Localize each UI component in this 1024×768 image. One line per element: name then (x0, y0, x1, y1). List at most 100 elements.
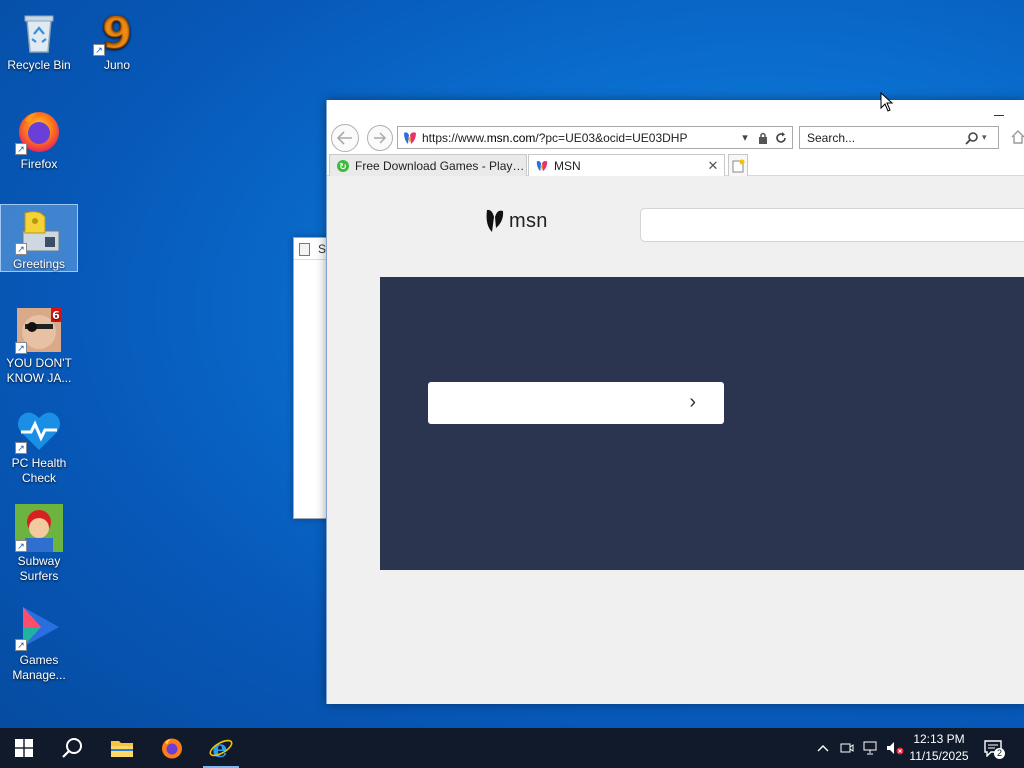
taskbar-file-explorer[interactable] (98, 728, 146, 768)
internet-explorer-window[interactable]: https://www.msn.com/?pc=UE03&ocid=UE03DH… (326, 100, 1024, 704)
desktop-icon-juno[interactable]: 9 ↗ Juno (78, 6, 156, 73)
search-box[interactable]: ▾ (799, 126, 999, 149)
notepad-icon (299, 243, 310, 256)
juno-icon: 9 ↗ (93, 8, 141, 60)
desktop-icon-label: Greetings (12, 257, 66, 271)
games-site-favicon-icon: ↻ (336, 159, 350, 173)
firefox-icon: ↗ (15, 107, 63, 155)
back-arrow-icon (337, 131, 352, 145)
msn-logo-text: msn (509, 209, 548, 232)
address-bar[interactable]: https://www.msn.com/?pc=UE03&ocid=UE03DH… (397, 126, 793, 149)
desktop-icon-games-manager[interactable]: ↗ Games Manage... (0, 601, 78, 683)
games-manager-icon: ↗ (15, 603, 63, 651)
network-icon (863, 741, 877, 755)
address-url-prefix: https://www. (422, 130, 487, 145)
desktop-icon-recycle-bin[interactable]: Recycle Bin (0, 6, 78, 73)
tray-volume[interactable] (885, 728, 905, 768)
hero-cta-button[interactable]: › (428, 382, 724, 424)
tab-msn[interactable]: MSN ✕ (528, 154, 725, 176)
msn-logo[interactable]: msn (484, 208, 548, 234)
taskbar: e 12:13 PM 11/15/2025 2 (0, 728, 1024, 768)
greetings-icon: ↗ (15, 207, 63, 255)
folder-icon (111, 741, 133, 757)
you-dont-know-badge: 6 (52, 309, 60, 322)
close-tab-icon[interactable]: ✕ (706, 158, 720, 173)
desktop-icon-subway-surfers[interactable]: ↗ Subway Surfers (0, 502, 78, 584)
volume-muted-icon (887, 742, 904, 755)
msn-favicon-icon (535, 159, 549, 173)
msn-search-input[interactable] (640, 208, 1024, 242)
taskbar-internet-explorer[interactable]: e (197, 728, 245, 768)
desktop-icon-label: Firefox (20, 157, 58, 171)
new-tab-button[interactable] (728, 154, 748, 176)
shortcut-arrow-icon: ↗ (15, 639, 27, 651)
desktop-icon-label: PC Health Check (11, 456, 67, 485)
navigation-bar: https://www.msn.com/?pc=UE03&ocid=UE03DH… (327, 124, 1024, 152)
shortcut-arrow-icon: ↗ (93, 44, 105, 56)
desktop-icon-label: Juno (103, 58, 131, 72)
juno-glyph: 9 (102, 8, 133, 56)
refresh-icon[interactable] (774, 130, 788, 146)
tab-label: MSN (554, 158, 581, 173)
you-dont-know-jack-icon: 6 ↗ (15, 306, 63, 354)
taskbar-firefox[interactable] (148, 728, 196, 768)
chevron-up-icon (817, 745, 829, 752)
window-title-bar[interactable] (327, 100, 1024, 124)
msn-favicon-icon (402, 131, 418, 145)
desktop-icon-label: Recycle Bin (7, 58, 71, 72)
msn-page-content: msn › (327, 177, 1024, 704)
tab-free-download-games[interactable]: ↻ Free Download Games - Play T... (329, 154, 527, 176)
windows-logo-icon (15, 739, 33, 757)
search-input[interactable] (800, 130, 964, 145)
desktop-icon-label: Subway Surfers (17, 554, 61, 583)
address-url-path: /?pc=UE03&ocid=UE03DHP (535, 130, 688, 145)
desktop-icon-label: YOU DON'T KNOW JA... (6, 356, 72, 385)
show-desktop-button[interactable] (1018, 728, 1024, 768)
minimize-button[interactable] (994, 108, 1006, 118)
desktop-icon-firefox[interactable]: ↗ Firefox (0, 105, 78, 172)
tab-label: Free Download Games - Play T... (355, 158, 526, 173)
internet-explorer-icon: e (209, 735, 233, 761)
taskbar-clock[interactable]: 12:13 PM 11/15/2025 (904, 731, 974, 765)
recycle-bin-icon (15, 8, 63, 56)
tray-network[interactable] (861, 728, 881, 768)
address-url-host: msn.com (486, 130, 536, 145)
svg-text:↻: ↻ (339, 162, 347, 172)
msn-butterfly-icon (486, 209, 504, 232)
svg-text:e: e (212, 735, 227, 761)
shortcut-arrow-icon: ↗ (15, 143, 27, 155)
desktop-icon-pc-health-check[interactable]: ↗ PC Health Check (0, 404, 78, 486)
tab-bar: ↻ Free Download Games - Play T... MSN ✕ (327, 152, 1024, 176)
back-button[interactable] (331, 124, 359, 152)
desktop-icon-greetings[interactable]: ↗ Greetings (0, 204, 78, 272)
address-url[interactable]: https://www.msn.com/?pc=UE03&ocid=UE03DH… (422, 131, 738, 145)
desktop-icon-you-dont-know-jack[interactable]: 6 ↗ YOU DON'T KNOW JA... (0, 304, 78, 386)
shortcut-arrow-icon: ↗ (15, 342, 27, 354)
forward-arrow-icon (374, 132, 387, 144)
lock-icon[interactable] (756, 130, 770, 146)
firefox-icon (162, 738, 182, 759)
start-button[interactable] (0, 728, 48, 768)
search-dropdown-icon[interactable]: ▾ (982, 132, 994, 143)
shortcut-arrow-icon: ↗ (15, 540, 27, 552)
mouse-cursor-icon (880, 92, 894, 112)
chevron-right-icon: › (689, 391, 696, 413)
subway-surfers-icon: ↗ (15, 504, 63, 552)
home-icon[interactable] (1011, 130, 1024, 146)
shortcut-arrow-icon: ↗ (15, 442, 27, 454)
pc-health-check-icon: ↗ (15, 406, 63, 454)
taskbar-search-button[interactable] (48, 728, 96, 768)
hero-banner: › (380, 277, 1024, 570)
background-window-title: S (318, 242, 327, 256)
forward-button[interactable] (367, 125, 393, 151)
search-icon[interactable] (964, 130, 980, 146)
camera-icon (840, 743, 854, 753)
clock-time: 12:13 PM (913, 732, 965, 746)
desktop-icon-label: Games Manage... (12, 653, 66, 682)
show-hidden-icons-button[interactable] (814, 728, 832, 768)
search-icon (62, 738, 82, 758)
clock-date: 11/15/2025 (909, 749, 969, 763)
address-dropdown-icon[interactable]: ▾ (738, 130, 752, 146)
tray-meet-now[interactable] (838, 728, 856, 768)
new-tab-icon (732, 159, 745, 172)
